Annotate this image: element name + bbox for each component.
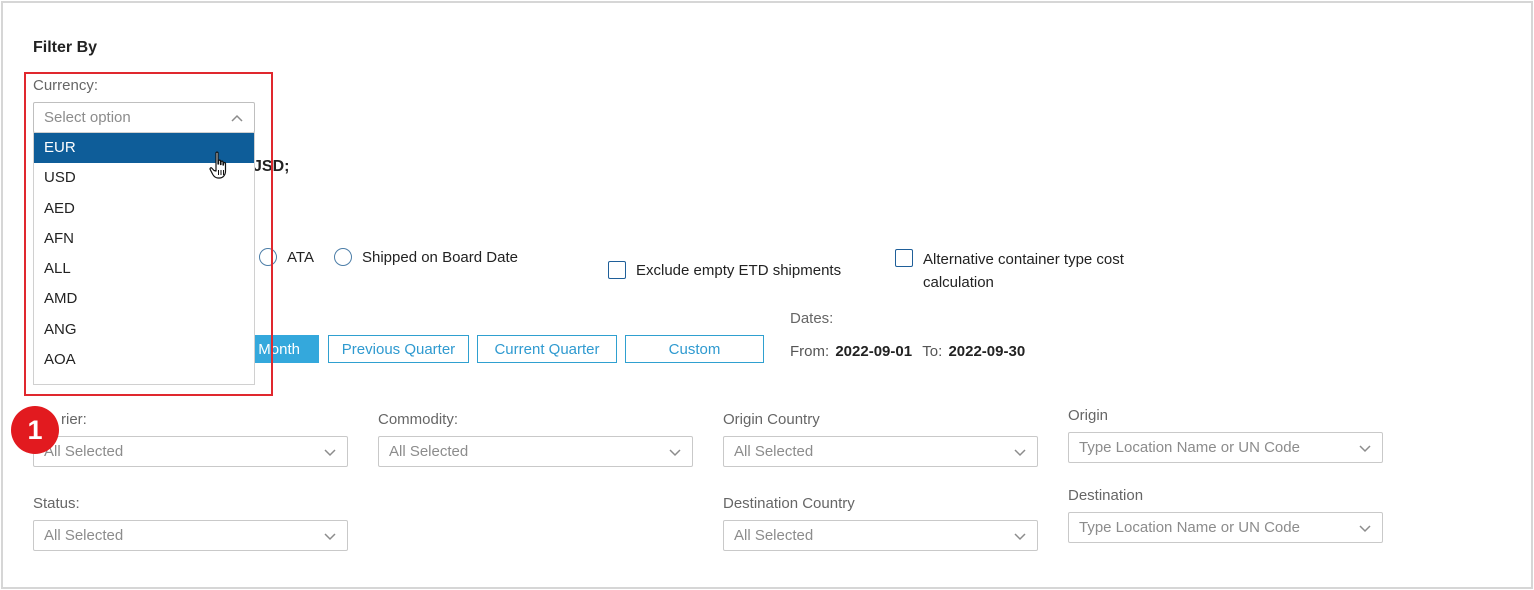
filter-by-title: Filter By <box>33 39 98 56</box>
current-quarter-button[interactable]: Current Quarter <box>477 335 617 363</box>
from-label: From: <box>790 343 830 360</box>
filter-panel: Filter By Currency: Select option JSD; A… <box>1 1 1533 589</box>
chevron-up-icon <box>230 111 244 125</box>
origin-placeholder: Type Location Name or UN Code <box>1079 439 1300 456</box>
chevron-down-icon <box>1013 529 1027 543</box>
date-range: From: 2022-09-01 To: 2022-09-30 <box>790 343 1025 360</box>
currency-option-amd[interactable]: AMD <box>34 284 254 314</box>
destination-country-label: Destination Country <box>723 495 855 512</box>
radio-shipped-on-board-label: Shipped on Board Date <box>362 249 518 266</box>
currency-option-ang[interactable]: ANG <box>34 315 254 345</box>
status-label: Status: <box>33 495 80 512</box>
status-value: All Selected <box>44 527 124 544</box>
origin-country-select[interactable]: All Selected <box>723 436 1038 467</box>
carrier-select[interactable]: All Selected <box>33 436 348 467</box>
chevron-down-icon <box>668 445 682 459</box>
dates-label: Dates: <box>790 310 834 327</box>
currency-option-aed[interactable]: AED <box>34 194 254 224</box>
chevron-down-icon <box>1358 521 1372 535</box>
to-label: To: <box>922 343 943 360</box>
destination-placeholder: Type Location Name or UN Code <box>1079 519 1300 536</box>
origin-label: Origin <box>1068 407 1109 424</box>
destination-country-select[interactable]: All Selected <box>723 520 1038 551</box>
origin-country-value: All Selected <box>734 443 814 460</box>
commodity-value: All Selected <box>389 443 469 460</box>
carrier-value: All Selected <box>44 443 124 460</box>
status-select[interactable]: All Selected <box>33 520 348 551</box>
exclude-empty-etd-label: Exclude empty ETD shipments <box>636 262 842 279</box>
destination-input[interactable]: Type Location Name or UN Code <box>1068 512 1383 543</box>
alt-container-label-line2: calculation <box>923 274 994 291</box>
chevron-down-icon <box>323 529 337 543</box>
carrier-label: rier: <box>61 411 87 428</box>
currency-option-all[interactable]: ALL <box>34 254 254 284</box>
radio-shipped-on-board[interactable] <box>334 248 352 266</box>
step-badge: 1 <box>11 406 59 454</box>
commodity-select[interactable]: All Selected <box>378 436 693 467</box>
alt-container-label-line1: Alternative container type cost <box>923 251 1124 268</box>
commodity-label: Commodity: <box>378 411 459 428</box>
origin-country-label: Origin Country <box>723 411 820 428</box>
exclude-empty-etd-checkbox[interactable] <box>608 261 626 279</box>
chevron-down-icon <box>1358 441 1372 455</box>
hand-cursor-icon <box>209 151 233 186</box>
chevron-down-icon <box>323 445 337 459</box>
from-value: 2022-09-01 <box>835 343 913 360</box>
previous-quarter-button[interactable]: Previous Quarter <box>328 335 469 363</box>
radio-ata-label: ATA <box>287 249 314 266</box>
currency-selected-text: JSD; <box>253 158 290 175</box>
alt-container-checkbox[interactable] <box>895 249 913 267</box>
currency-placeholder: Select option <box>44 109 131 126</box>
to-value: 2022-09-30 <box>948 343 1026 360</box>
currency-label: Currency: <box>33 77 99 94</box>
currency-option-aoa[interactable]: AOA <box>34 345 254 375</box>
origin-input[interactable]: Type Location Name or UN Code <box>1068 432 1383 463</box>
chevron-down-icon <box>1013 445 1027 459</box>
destination-country-value: All Selected <box>734 527 814 544</box>
custom-period-button[interactable]: Custom <box>625 335 764 363</box>
currency-select[interactable]: Select option <box>33 102 255 133</box>
radio-ata[interactable] <box>259 248 277 266</box>
destination-label: Destination <box>1068 487 1144 504</box>
currency-option-afn[interactable]: AFN <box>34 224 254 254</box>
